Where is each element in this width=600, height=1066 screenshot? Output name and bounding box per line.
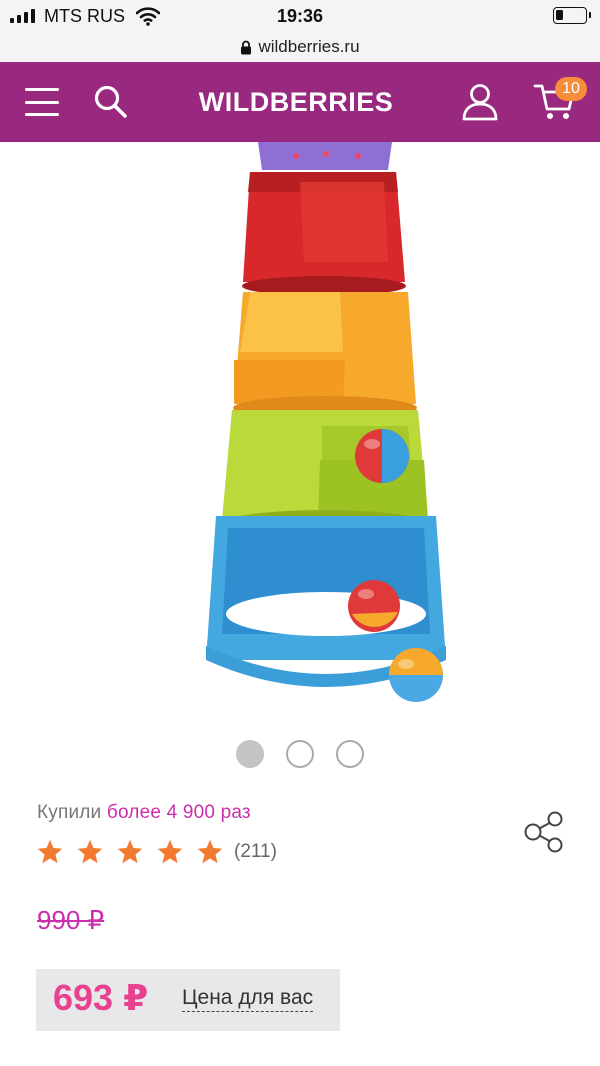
star-icon [77,839,103,864]
purchase-count: Купили более 4 900 раз [37,802,251,824]
product-rating[interactable]: (211) [36,838,277,866]
pagination-dot-3[interactable] [336,740,364,768]
pagination-dot-1[interactable] [236,740,264,768]
site-logo[interactable]: WILDBERRIES [0,87,592,118]
star-icon [197,839,223,864]
image-pagination [0,740,600,768]
product-image[interactable] [0,142,600,722]
pagination-dot-2[interactable] [286,740,314,768]
lock-icon [241,40,252,54]
cart-count-badge: 10 [555,77,587,101]
site-header: WILDBERRIES [0,62,600,142]
url-text: wildberries.ru [258,37,360,56]
status-bar: MTS RUS 19:36 [0,0,600,32]
purchase-count-value: более 4 900 раз [106,802,251,823]
review-count: (211) [234,841,277,862]
share-icon[interactable] [522,810,566,854]
user-icon[interactable] [462,83,498,121]
purchase-count-prefix: Купили [37,802,102,823]
old-price: 990 ₽ [37,905,105,935]
star-icon [117,839,143,864]
battery-icon [553,7,591,24]
address-bar[interactable]: wildberries.ru [0,32,600,62]
price-for-you-link[interactable]: Цена для вас [182,986,314,1012]
star-icon [157,839,183,864]
current-price: 693 ₽ [53,977,149,1018]
clock: 19:36 [276,6,324,26]
price-block: 693 ₽ Цена для вас [36,969,340,1031]
star-icon [37,839,63,864]
